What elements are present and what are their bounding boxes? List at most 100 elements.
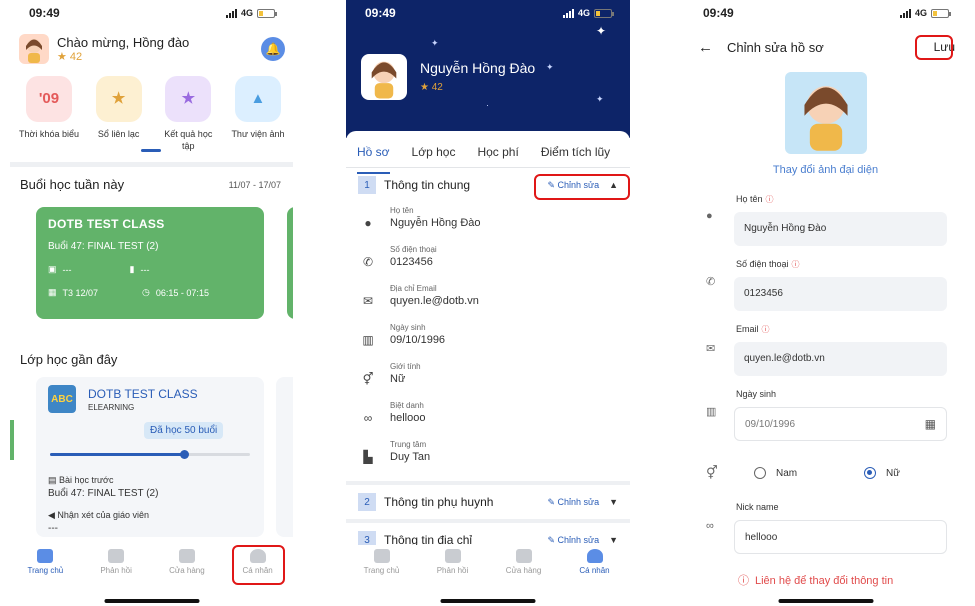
recent-class-type: ELEARNING bbox=[88, 403, 135, 412]
back-arrow-icon[interactable]: ← bbox=[698, 39, 713, 56]
home-screen: 09:49 4G Chào mừng, Hồng đào ★ 42 🔔 '09 T… bbox=[10, 0, 293, 606]
prev-lesson-value: Buổi 47: FINAL TEST (2) bbox=[48, 488, 159, 499]
status-time: 09:49 bbox=[29, 6, 60, 20]
info-label: Giới tính bbox=[390, 362, 421, 371]
section-title: Thông tin chung bbox=[384, 178, 471, 192]
battery-icon bbox=[931, 8, 951, 18]
fullname-input[interactable]: Nguyễn Hồng Đào bbox=[734, 212, 947, 246]
avatar[interactable] bbox=[19, 34, 49, 64]
info-value: 09/10/1996 bbox=[390, 334, 446, 346]
star-icon: ★ bbox=[420, 82, 432, 93]
gender-radio-female[interactable]: Nữ bbox=[864, 467, 900, 479]
sparkle-icon: ✦ bbox=[596, 94, 604, 104]
feature-grid: '09 Thời khóa biểu ★ Sổ liên lạc ★ Kết q… bbox=[10, 66, 293, 152]
tab-personal[interactable]: Cá nhân bbox=[565, 545, 625, 585]
radio-label: Nam bbox=[776, 467, 798, 479]
edit-button[interactable]: ✎ Chỉnh sửa bbox=[547, 497, 599, 508]
radio-icon bbox=[864, 467, 876, 479]
field-label: Số điện thoại ⓘ bbox=[736, 259, 800, 270]
result-icon: ★ bbox=[165, 76, 212, 122]
next-recent-card-peek[interactable] bbox=[276, 377, 293, 537]
progress-handle bbox=[180, 450, 189, 459]
cake-icon: ▥ bbox=[362, 333, 374, 347]
next-class-card-peek[interactable] bbox=[287, 207, 293, 319]
tab-tuition[interactable]: Học phí bbox=[477, 145, 518, 167]
progress-bar bbox=[50, 450, 250, 459]
email-input[interactable]: quyen.le@dotb.vn bbox=[734, 342, 947, 376]
field-label: Email ⓘ bbox=[736, 324, 770, 335]
tab-personal[interactable]: Cá nhân bbox=[228, 545, 288, 585]
tab-home[interactable]: Trang chủ bbox=[15, 545, 75, 585]
section-parents[interactable]: 2 Thông tin phụ huynh ✎ Chỉnh sửa ▼ bbox=[346, 485, 630, 519]
info-value: 0123456 bbox=[390, 256, 433, 268]
gender-radio-male[interactable]: Nam bbox=[754, 467, 797, 479]
nickname-input[interactable]: hellooo bbox=[734, 520, 947, 554]
lesson-icon: ▤ bbox=[48, 475, 60, 485]
section-number: 2 bbox=[358, 493, 376, 511]
contact-note[interactable]: ⓘ Liên hệ để thay đổi thông tin bbox=[738, 572, 899, 588]
tab-feedback[interactable]: Phản hồi bbox=[423, 545, 483, 585]
tab-feedback[interactable]: Phản hồi bbox=[86, 545, 146, 585]
signal-icon bbox=[225, 8, 237, 18]
avatar[interactable] bbox=[784, 72, 867, 154]
chevron-up-icon[interactable]: ▲ bbox=[609, 180, 618, 190]
clock-icon: ◷ bbox=[142, 287, 150, 297]
info-value: hellooo bbox=[390, 412, 426, 424]
change-avatar-link[interactable]: Thay đổi ảnh đại diện bbox=[684, 164, 967, 176]
tab-home[interactable]: Trang chủ bbox=[352, 545, 412, 585]
feature-contact-book[interactable]: ★ Sổ liên lạc bbox=[88, 76, 150, 152]
feature-timetable[interactable]: '09 Thời khóa biểu bbox=[18, 76, 80, 152]
tab-classes[interactable]: Lớp học bbox=[412, 145, 456, 167]
info-value: Nữ bbox=[390, 373, 406, 385]
edit-button[interactable]: ✎ Chỉnh sửa bbox=[547, 180, 599, 191]
network-label: 4G bbox=[577, 8, 590, 18]
info-value: Nguyễn Hồng Đào bbox=[390, 217, 481, 229]
recent-class-card[interactable]: ABC DOTB TEST CLASS ELEARNING Đã học 50 … bbox=[36, 377, 264, 537]
tab-label: Phản hồi bbox=[436, 566, 469, 575]
tab-shop[interactable]: Cửa hàng bbox=[494, 545, 554, 585]
week-class-card[interactable]: DOTB TEST CLASS Buổi 47: FINAL TEST (2) … bbox=[36, 207, 264, 319]
save-button[interactable]: Lưu bbox=[934, 40, 955, 54]
bell-icon[interactable]: 🔔 bbox=[261, 37, 285, 61]
info-row-birthday: ▥ Ngày sinh 09/10/1996 bbox=[346, 319, 630, 358]
chevron-down-icon[interactable]: ▼ bbox=[609, 497, 618, 507]
feature-gallery[interactable]: ▲ Thư viện ảnh bbox=[227, 76, 289, 152]
phone-input[interactable]: 0123456 bbox=[734, 277, 947, 311]
birthday-input[interactable]: 09/10/1996 ▦ bbox=[734, 407, 947, 441]
edit-button[interactable]: ✎ Chỉnh sửa bbox=[547, 535, 599, 546]
info-icon: ⓘ bbox=[738, 575, 749, 587]
info-row-phone: ✆ Số điện thoại 0123456 bbox=[346, 241, 630, 280]
sparkle-icon: ✦ bbox=[596, 24, 607, 38]
field-label: Họ tên ⓘ bbox=[736, 194, 774, 205]
section-title: Thông tin phụ huynh bbox=[384, 495, 494, 509]
info-label: Ngày sinh bbox=[390, 323, 426, 332]
tab-points[interactable]: Điểm tích lũy bbox=[541, 145, 610, 167]
field-label: Nick name bbox=[736, 502, 779, 512]
phone-icon: ✆ bbox=[706, 276, 716, 288]
shop-icon bbox=[515, 549, 532, 563]
edit-label: Chỉnh sửa bbox=[557, 496, 600, 507]
tab-shop[interactable]: Cửa hàng bbox=[157, 545, 217, 585]
room-value: --- bbox=[62, 264, 72, 275]
field-label: Ngày sinh bbox=[736, 389, 777, 399]
gender-icon: ⚥ bbox=[706, 465, 718, 480]
calendar-icon[interactable]: ▦ bbox=[925, 417, 936, 431]
lesson-name: Buổi 47: FINAL TEST (2) bbox=[48, 241, 159, 252]
profile-header: 09:49 4G ✦ ✦ ✦ ✦ · Nguyễn Hồng Đào ★ 42 bbox=[346, 0, 630, 138]
chevron-down-icon[interactable]: ▼ bbox=[609, 535, 618, 545]
tab-label: Cá nhân bbox=[579, 566, 610, 575]
status-bar: 09:49 4G bbox=[346, 0, 630, 26]
sessions-badge: Đã học 50 buổi bbox=[144, 422, 224, 439]
teacher-value: --- bbox=[140, 264, 150, 275]
person-icon: ● bbox=[364, 216, 372, 230]
sparkle-icon: ✦ bbox=[431, 38, 439, 48]
avatar[interactable] bbox=[361, 54, 407, 100]
glasses-icon: ∞ bbox=[706, 520, 714, 532]
edit-icon: ✎ bbox=[547, 534, 558, 545]
home-header: Chào mừng, Hồng đào ★ 42 🔔 bbox=[10, 26, 293, 66]
bottom-tab-bar: Trang chủ Phản hồi Cửa hàng Cá nhân bbox=[346, 545, 630, 585]
tab-profile[interactable]: Hồ sơ bbox=[357, 145, 390, 174]
info-row-nickname: ∞ Biệt danh hellooo bbox=[346, 397, 630, 436]
info-label: Biệt danh bbox=[390, 401, 424, 410]
feature-results[interactable]: ★ Kết quả học tập bbox=[157, 76, 219, 152]
